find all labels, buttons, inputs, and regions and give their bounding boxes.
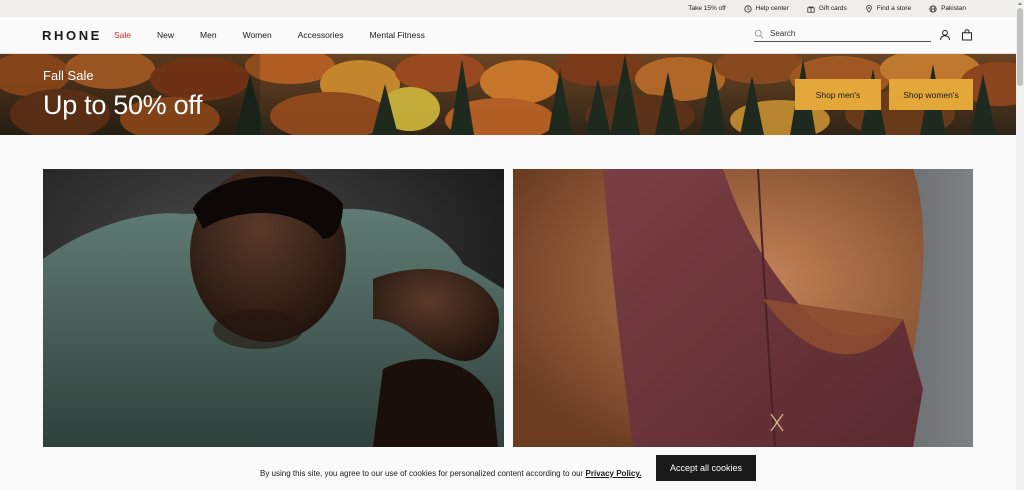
shop-men-button[interactable]: Shop men's (795, 79, 881, 110)
location-pin-icon (865, 4, 872, 13)
cookie-banner: By using this site, you agree to our use… (0, 447, 1016, 490)
nav-link-new[interactable]: New (157, 30, 174, 40)
gift-cards-label: Gift cards (818, 5, 847, 12)
nav-link-sale[interactable]: Sale (114, 30, 131, 40)
promo-link[interactable]: Take 15% off (688, 5, 725, 12)
gift-cards-link[interactable]: Gift cards (807, 5, 847, 13)
country-selector[interactable]: Pakistan (929, 4, 966, 13)
search-input[interactable] (770, 29, 920, 38)
scroll-thumb[interactable] (1017, 8, 1023, 86)
hero-eyebrow: Fall Sale (43, 68, 94, 83)
men-tile-image (43, 169, 504, 447)
scrollbar[interactable] (1016, 0, 1024, 490)
nav-link-accessories[interactable]: Accessories (298, 30, 344, 40)
main-nav: RHONE Sale New Men Women Accessories Men… (0, 17, 1016, 54)
globe-icon (929, 4, 937, 13)
find-store-label: Find a store (876, 5, 912, 12)
hero-banner: Fall Sale Up to 50% off Shop men's Shop … (0, 54, 1016, 135)
scroll-up-arrow[interactable] (1018, 2, 1022, 5)
nav-link-men[interactable]: Men (200, 30, 217, 40)
logo[interactable]: RHONE (42, 28, 102, 43)
accept-cookies-button[interactable]: Accept all cookies (656, 455, 756, 481)
promo-label: Take 15% off (688, 5, 726, 12)
help-icon (744, 4, 752, 13)
bag-icon[interactable] (961, 29, 973, 41)
nav-link-women[interactable]: Women (243, 30, 272, 40)
product-tile-women[interactable] (513, 169, 973, 447)
gift-card-icon (807, 5, 815, 13)
account-icon[interactable] (939, 29, 951, 41)
privacy-policy-link[interactable]: Privacy Policy. (586, 469, 642, 478)
cookie-message: By using this site, you agree to our use… (260, 469, 586, 478)
nav-link-mental-fitness[interactable]: Mental Fitness (370, 30, 425, 40)
utility-bar: Take 15% off Help center Gift cards Find… (0, 0, 1016, 17)
search-box (754, 26, 931, 42)
nav-links: Sale New Men Women Accessories Mental Fi… (114, 30, 451, 40)
search-icon (754, 29, 764, 38)
help-center-link[interactable]: Help center (744, 4, 789, 13)
help-center-label: Help center (755, 5, 789, 12)
find-store-link[interactable]: Find a store (865, 4, 912, 13)
shop-women-button[interactable]: Shop women's (889, 79, 973, 110)
product-tile-men[interactable] (43, 169, 504, 447)
hero-headline: Up to 50% off (43, 90, 203, 120)
women-tile-image (513, 169, 973, 447)
cookie-text: By using this site, you agree to our use… (260, 469, 641, 478)
country-label: Pakistan (941, 5, 966, 12)
